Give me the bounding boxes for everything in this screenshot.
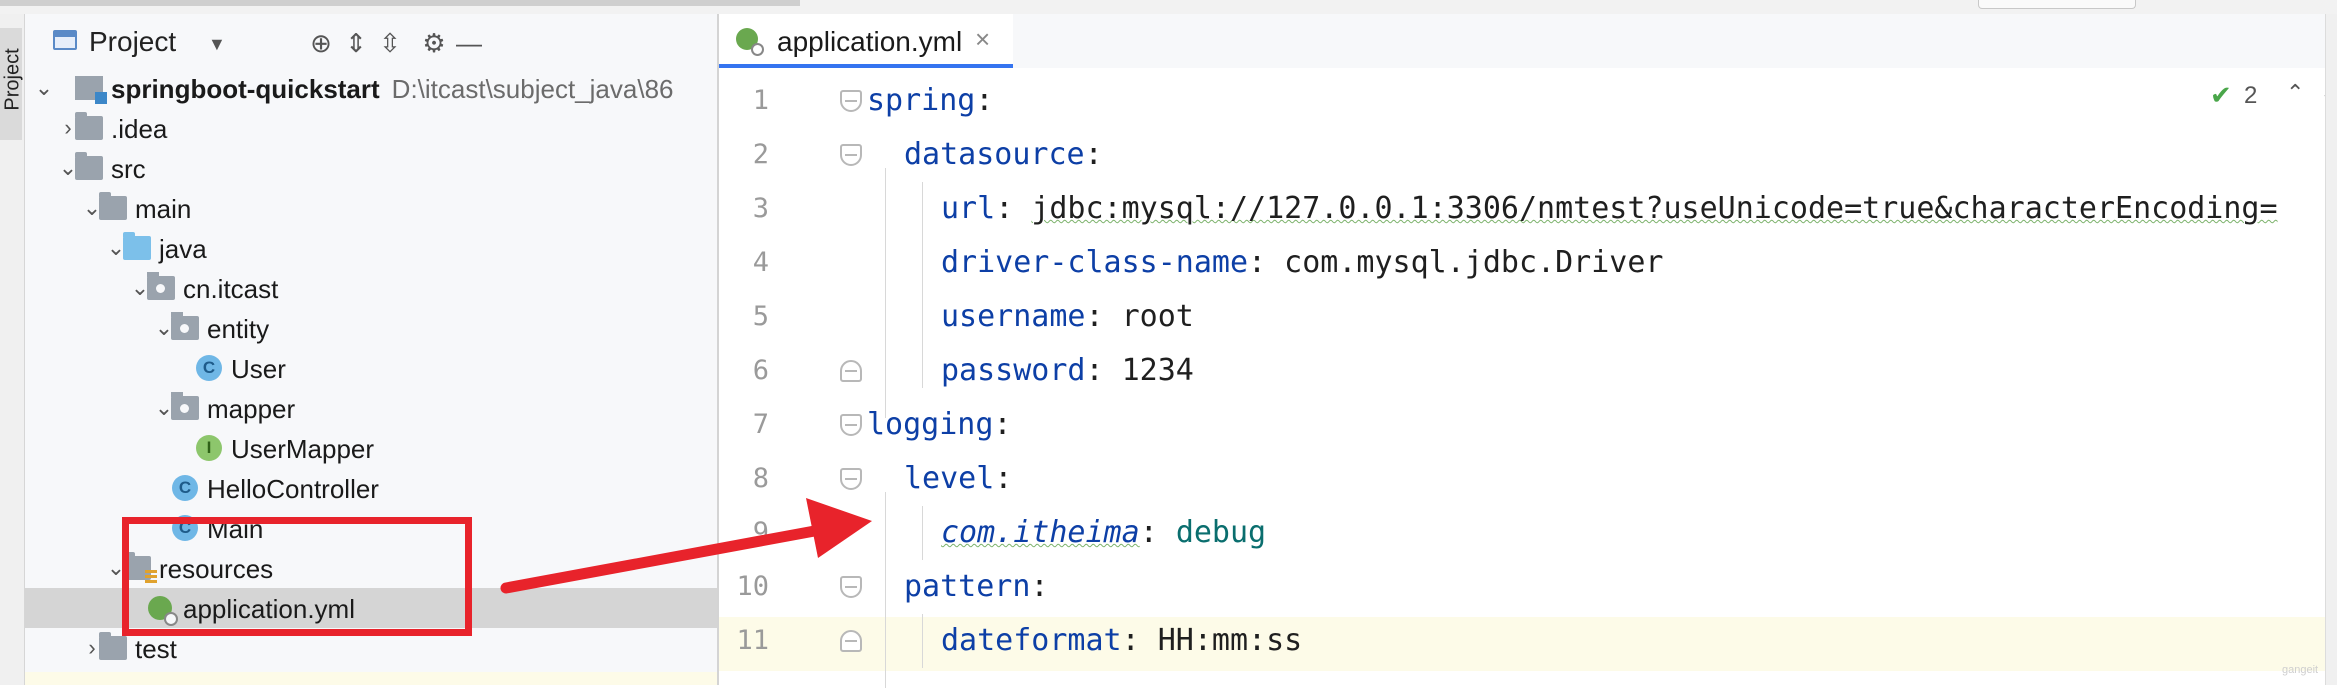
annotation-arrow <box>500 498 872 594</box>
